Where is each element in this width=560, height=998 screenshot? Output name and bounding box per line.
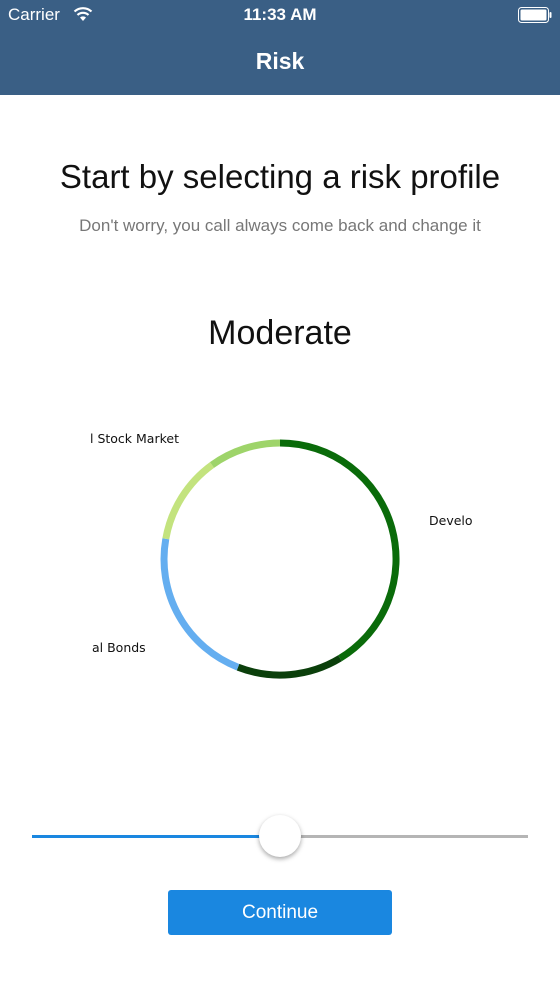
clock: 11:33 AM	[243, 5, 317, 24]
chart-label-developed: Develo	[429, 513, 473, 528]
status-bar: Carrier 11:33 AM	[0, 0, 560, 30]
risk-slider[interactable]	[32, 815, 528, 859]
page-headline: Start by selecting a risk profile	[59, 158, 501, 195]
navigation-bar: Risk	[0, 30, 560, 95]
slider-track-remaining[interactable]	[280, 835, 528, 838]
ring-segment-pale-green	[162, 462, 215, 540]
ring-segment-bonds	[160, 538, 240, 671]
risk-profile-name: Moderate	[208, 314, 352, 352]
ring-segment-dark	[236, 655, 342, 679]
allocation-chart: l Stock Market Develo al Bonds	[0, 400, 560, 720]
chart-label-stock-market: l Stock Market	[90, 431, 179, 446]
page-subheadline: Don't worry, you call always come back a…	[79, 216, 481, 235]
ring-segment-developed	[279, 439, 400, 662]
ring-segment-stock-market	[209, 439, 281, 468]
continue-button[interactable]: Continue	[168, 890, 392, 935]
chart-label-bonds: al Bonds	[92, 640, 146, 655]
slider-thumb[interactable]	[259, 815, 301, 857]
allocation-ring	[160, 439, 400, 679]
battery-icon	[518, 7, 552, 23]
nav-title: Risk	[255, 48, 305, 74]
slider-track-filled[interactable]	[32, 835, 280, 838]
